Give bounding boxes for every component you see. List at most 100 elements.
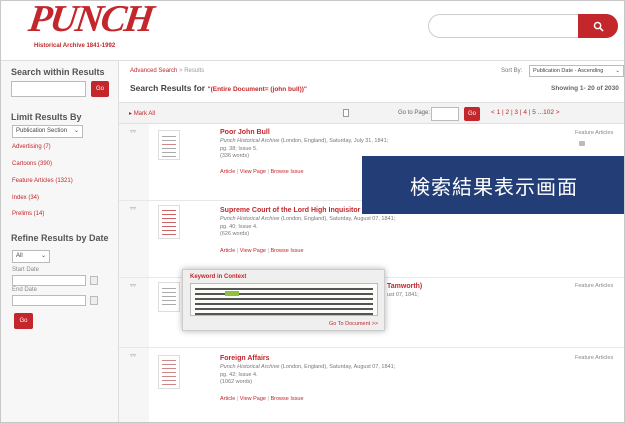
limit-results-title: Limit Results By [11,112,82,122]
start-date-input[interactable] [12,275,86,286]
go-to-document-link[interactable]: Go To Document >> [329,321,378,327]
view-page-link[interactable]: View Page [240,396,266,402]
mark-all-link[interactable]: ▸ Mark All [129,110,155,117]
results-count: Showing 1- 20 of 2030 [551,85,619,92]
browse-issue-link[interactable]: Browse Issue [270,396,303,402]
context-snippet-image [190,283,378,316]
global-search-input[interactable] [428,14,618,38]
results-heading-prefix: Search Results for [130,83,206,93]
popup-title: Keyword in Context [190,274,247,280]
result-links: Article | View Page | Browse Issue [220,396,304,402]
result-title[interactable]: Foreign Affairs [220,355,270,362]
results-heading: Search Results for "(Entire Document= (j… [130,83,307,93]
results-query: "(Entire Document= (john bull))" [207,86,308,93]
date-go-button[interactable]: Go [14,313,33,329]
breadcrumb-advanced-search[interactable]: Advanced Search [130,68,177,74]
search-within-title: Search within Results [11,67,105,77]
end-date-label: End Date [12,287,38,293]
result-thumbnail[interactable] [158,282,180,312]
chevron-down-icon: ⌄ [40,253,46,259]
sort-label: Sort By: [501,68,523,74]
keyword-highlight [225,291,239,296]
result-title[interactable]: Supreme Court of the Lord High Inquisito… [220,207,360,214]
result-meta: Punch Historical Archive (London, Englan… [220,364,395,387]
lock-icon [579,141,585,146]
end-date-input[interactable] [12,295,86,306]
facet-prelims[interactable]: Prelims (14) [12,211,44,217]
mark-checkbox-icon[interactable]: ▿▿ [130,205,136,212]
result-page: pg. 40; Issue 4. [220,223,258,230]
result-page: pg. 38; Issue 5. [220,145,258,152]
sort-select-value: Publication Date - Ascending [533,68,604,74]
result-type: Feature Articles [575,283,614,289]
result-title[interactable]: Poor John Bull [220,129,270,136]
result-thumbnail[interactable] [158,355,180,389]
browse-issue-link[interactable]: Browse Issue [270,169,303,175]
facet-cartoons[interactable]: Cartoons (390) [12,161,52,167]
result-page: pg. 42; Issue 4. [220,371,258,378]
goto-page-button[interactable]: Go [464,107,480,121]
chevron-down-icon: ⌄ [615,68,620,74]
refine-date-title: Refine Results by Date [11,233,109,243]
result-links: Article | View Page | Browse Issue [220,169,304,175]
search-within-input[interactable] [11,81,86,97]
result-type: Feature Articles [575,355,614,361]
date-select[interactable]: All ⌄ [12,250,50,263]
start-date-label: Start Date [12,267,40,273]
mark-checkbox-icon[interactable]: ▿▿ [130,352,136,359]
result-item: ▿▿ Foreign Affairs Punch Historical Arch… [119,348,624,422]
facet-feature-articles[interactable]: Feature Articles (1321) [12,178,73,184]
article-link[interactable]: Article [220,169,235,175]
date-select-value: All [16,253,23,259]
global-search-button[interactable] [578,14,618,38]
pagination[interactable]: < 1 | 2 | 3 | 4 | 5 ...102 > [491,109,560,116]
result-date: ust 07, 1841; [387,292,419,298]
result-gutter: ▿▿ [119,278,149,347]
logo-subtitle: Historical Archive 1841-1992 [34,43,116,49]
result-source: Punch Historical Archive [220,216,280,222]
result-meta: Punch Historical Archive (London, Englan… [220,216,395,239]
breadcrumb-current: > Results [179,68,205,74]
search-within-go-button[interactable]: Go [91,81,109,97]
result-source: Punch Historical Archive [220,364,280,370]
facet-index[interactable]: Index (34) [12,195,39,201]
article-link[interactable]: Article [220,248,235,254]
view-page-link[interactable]: View Page [240,248,266,254]
article-link[interactable]: Article [220,396,235,402]
search-icon [593,21,604,32]
view-page-link[interactable]: View Page [240,169,266,175]
mark-checkbox-icon[interactable]: ▿▿ [130,282,136,289]
breadcrumb: Advanced Search > Results [130,68,204,74]
goto-page-input[interactable] [431,107,459,121]
mark-checkbox-icon[interactable]: ▿▿ [130,128,136,135]
result-date: (London, England), Saturday, July 31, 18… [280,138,389,144]
result-words: (336 words) [220,153,250,159]
result-gutter: ▿▿ [119,201,149,277]
limit-select[interactable]: Publication Section ⌄ [12,125,83,138]
result-words: (1062 words) [220,379,253,385]
punch-logo[interactable]: PUNCH Historical Archive 1841-1992 [26,1,155,59]
browse-issue-link[interactable]: Browse Issue [270,248,303,254]
document-icon[interactable] [343,109,349,117]
result-gutter: ▿▿ [119,348,149,422]
result-date: (London, England), Saturday, August 07, … [280,364,396,370]
result-thumbnail[interactable] [158,205,180,239]
results-toolbar: ▸ Mark All Go to Page: Go < 1 | 2 | 3 | … [119,102,624,124]
result-source: Punch Historical Archive [220,138,280,144]
result-thumbnail[interactable] [158,130,180,160]
start-date-calendar-icon[interactable] [90,276,98,285]
result-gutter: ▿▿ [119,124,149,200]
result-words: (626 words) [220,231,250,237]
sort-select[interactable]: Publication Date - Ascending ⌄ [529,65,624,77]
result-date: (London, England), Saturday, August 07, … [280,216,396,222]
result-title[interactable]: Tamworth) [387,283,422,290]
facet-advertising[interactable]: Advertising (7) [12,144,51,150]
end-date-calendar-icon[interactable] [90,296,98,305]
annotation-label: 検索結果表示画面 [362,156,624,214]
result-links: Article | View Page | Browse Issue [220,248,304,254]
keyword-in-context-popup: Keyword in Context Go To Document >> [182,269,385,331]
limit-select-value: Publication Section [16,128,68,134]
goto-page-label: Go to Page: [398,110,431,116]
main-content: Advanced Search > Results Sort By: Publi… [119,61,624,422]
app-window: PUNCH Historical Archive 1841-1992 Searc… [0,0,625,423]
